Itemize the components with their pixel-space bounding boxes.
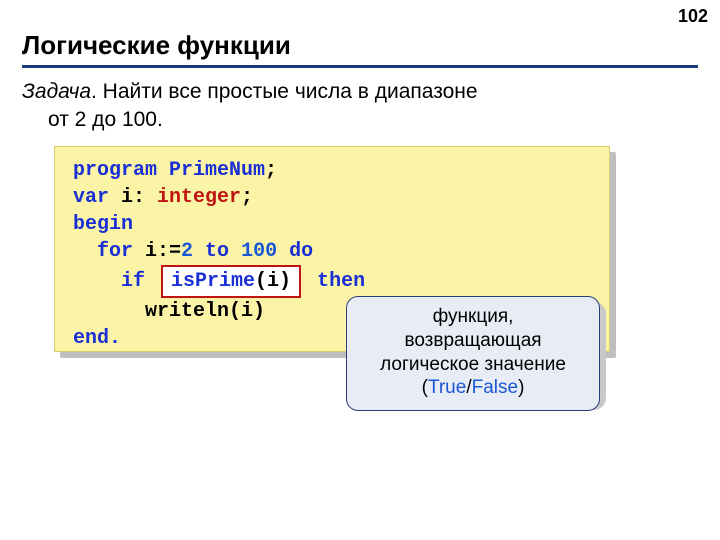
isprime-highlight: isPrime(i) [161, 265, 301, 298]
writeln: writeln(i) [73, 298, 265, 325]
kw-var: var [73, 186, 109, 209]
paren-close: ) [518, 377, 524, 398]
task-label: Задача [22, 80, 91, 103]
task-sep: . [91, 80, 103, 103]
kw-end: end. [73, 327, 121, 350]
kw-do: do [277, 240, 313, 263]
kw-for: for [97, 240, 133, 263]
program-name: PrimeNum [157, 159, 265, 182]
semi: ; [265, 159, 277, 182]
fn-isprime: isPrime [171, 270, 255, 293]
kw-begin: begin [73, 213, 133, 236]
code-line-4: for i:=2 to 100 do [73, 238, 591, 265]
callout-line2: возвращающая [357, 329, 589, 353]
num-100: 100 [241, 240, 277, 263]
callout-box: функция, возвращающая логическое значени… [346, 296, 600, 411]
value-true: True [428, 377, 466, 398]
task-line1: Найти все простые числа в диапазоне [103, 80, 478, 103]
callout-line3: логическое значение [357, 353, 589, 377]
var-mid: i: [109, 186, 157, 209]
kw-if: if [121, 270, 145, 293]
kw-then: then [317, 270, 365, 293]
for-a: i:= [133, 240, 181, 263]
code-line-5: if isPrime(i) then [73, 265, 591, 298]
fn-arg: (i) [255, 270, 291, 293]
task-line2: от 2 до 100. [22, 106, 640, 134]
num-2: 2 [181, 240, 193, 263]
code-line-1: program PrimeNum; [73, 157, 591, 184]
callout-line1: функция, [357, 305, 589, 329]
slide-heading: Логические функции [22, 30, 698, 68]
code-line-3: begin [73, 211, 591, 238]
callout-line4: (True/False) [357, 376, 589, 400]
task-text: Задача. Найти все простые числа в диапаз… [22, 78, 640, 135]
page-number: 102 [678, 6, 708, 27]
semi: ; [241, 186, 253, 209]
kw-integer: integer [157, 186, 241, 209]
code-line-2: var i: integer; [73, 184, 591, 211]
kw-to: to [193, 240, 241, 263]
kw-program: program [73, 159, 157, 182]
value-false: False [472, 377, 518, 398]
